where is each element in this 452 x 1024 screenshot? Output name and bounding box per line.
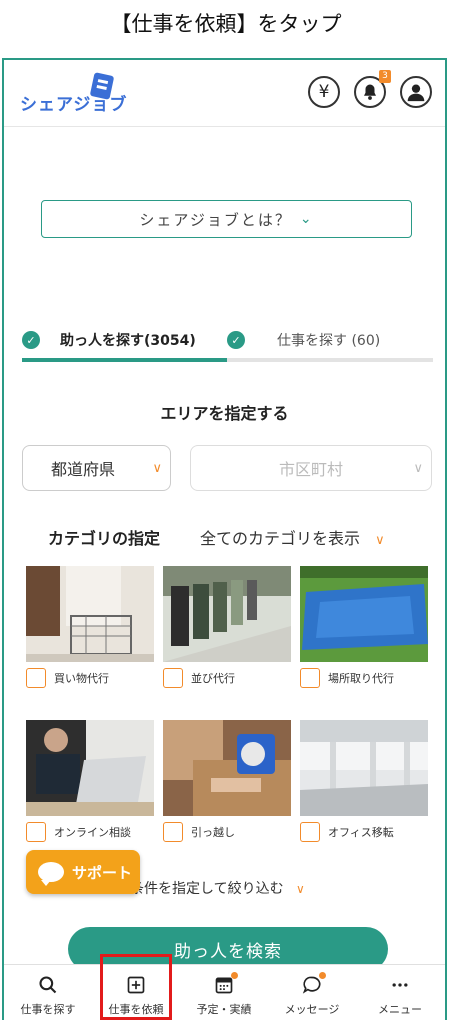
nav-messages[interactable]: メッセージ [268,965,356,1023]
instruction-caption: 【仕事を依頼】をタップ [110,12,342,36]
bell-icon [364,84,376,100]
checkbox[interactable] [26,822,46,842]
category-card-shopping[interactable]: 買い物代行 [26,566,154,688]
search-icon [36,973,60,997]
nav-label: 予定・実績 [196,1003,252,1016]
more-icon [388,973,412,997]
category-option[interactable]: 買い物代行 [26,668,109,688]
show-all-label: 全てのカテゴリを表示 [200,529,361,548]
prefecture-select[interactable]: 都道府県 ∨ [22,445,171,491]
chevron-down-icon: ∨ [413,460,423,476]
category-label: オンライン相談 [54,826,131,839]
account-button[interactable] [400,76,432,108]
check-icon: ✓ [22,331,40,349]
filter-conditions-toggle[interactable]: 条件を指定して絞り込む ∨ [130,878,305,898]
queue-photo [163,566,291,662]
logo[interactable]: シェアジョブ [20,72,140,118]
logo-badge-icon [90,72,114,100]
category-card-office[interactable]: オフィス移転 [300,720,428,842]
checkbox[interactable] [26,668,46,688]
show-all-categories[interactable]: 全てのカテゴリを表示 ∨ [200,525,385,549]
category-label: オフィス移転 [328,826,394,839]
moving-photo [163,720,291,816]
category-header: カテゴリの指定 全てのカテゴリを表示 ∨ [4,525,445,549]
city-select[interactable]: 市区町村 ∨ [190,445,432,491]
notification-badge: 3 [379,70,391,83]
search-button-label: 助っ人を検索 [174,941,282,962]
office-photo [300,720,428,816]
category-title: カテゴリの指定 [48,529,161,548]
category-label: 引っ越し [191,826,235,839]
nav-menu[interactable]: メニュー [356,965,444,1023]
nav-label: メニュー [378,1003,422,1016]
prefecture-value: 都道府県 [51,460,116,479]
tab-label: 仕事を探す (60) [277,333,381,349]
nav-label: メッセージ [284,1003,340,1016]
category-label: 場所取り代行 [328,672,394,685]
bottom-nav: 仕事を探す 仕事を依頼 予定・実績 メッセージ メニュー [4,964,445,1023]
tab-find-jobs[interactable]: ✓ 仕事を探す (60) [227,322,433,358]
check-icon: ✓ [227,331,245,349]
chevron-down-icon: ∨ [152,460,162,476]
category-label: 買い物代行 [54,672,109,685]
category-option[interactable]: オフィス移転 [300,822,394,842]
category-option[interactable]: 場所取り代行 [300,668,394,688]
about-sharejob-button[interactable]: シェアジョブとは？ ⌄ [41,200,412,238]
yen-icon: ¥ [318,82,330,102]
app-frame: シェアジョブ ¥ 3 シェアジョブとは？ ⌄ ✓ 助っ人を探す(3054) ✓ … [2,58,447,1023]
app-header: シェアジョブ ¥ 3 [4,60,445,127]
chevron-down-icon: ∨ [375,533,385,548]
online-photo [26,720,154,816]
unread-dot [319,972,326,979]
tab-underline-active [22,358,227,362]
tab-find-helpers[interactable]: ✓ 助っ人を探す(3054) [22,322,227,358]
about-label: シェアジョブとは？ [139,210,292,229]
chevron-down-icon: ∨ [296,882,305,896]
checkbox[interactable] [163,668,183,688]
nav-find-jobs[interactable]: 仕事を探す [4,965,92,1023]
nav-schedule[interactable]: 予定・実績 [180,965,268,1023]
category-option[interactable]: 引っ越し [163,822,235,842]
tab-label: 助っ人を探す(3054) [60,333,196,349]
category-option[interactable]: 並び代行 [163,668,235,688]
city-value: 市区町村 [278,460,343,479]
support-label: サポート [72,863,133,882]
tarp-photo [300,566,428,662]
category-card-online[interactable]: オンライン相談 [26,720,154,842]
checkbox[interactable] [163,822,183,842]
category-card-queue[interactable]: 並び代行 [163,566,291,688]
checkbox[interactable] [300,668,320,688]
checkbox[interactable] [300,822,320,842]
tap-highlight-box [100,954,172,1020]
yen-icon-button[interactable]: ¥ [308,76,340,108]
chat-bubble-icon [38,862,64,886]
chevron-down-icon: ⌄ [299,211,314,227]
category-card-spot[interactable]: 場所取り代行 [300,566,428,688]
category-card-moving[interactable]: 引っ越し [163,720,291,842]
area-title: エリアを指定する [160,404,289,423]
nav-label: 仕事を探す [20,1003,76,1016]
search-tabs: ✓ 助っ人を探す(3054) ✓ 仕事を探す (60) [22,322,433,362]
shopping-photo [26,566,154,662]
unread-dot [231,972,238,979]
filter-conditions-label: 条件を指定して絞り込む [130,881,284,897]
category-label: 並び代行 [191,672,235,685]
support-button[interactable]: サポート [26,850,140,894]
user-icon [407,84,425,102]
category-option[interactable]: オンライン相談 [26,822,131,842]
